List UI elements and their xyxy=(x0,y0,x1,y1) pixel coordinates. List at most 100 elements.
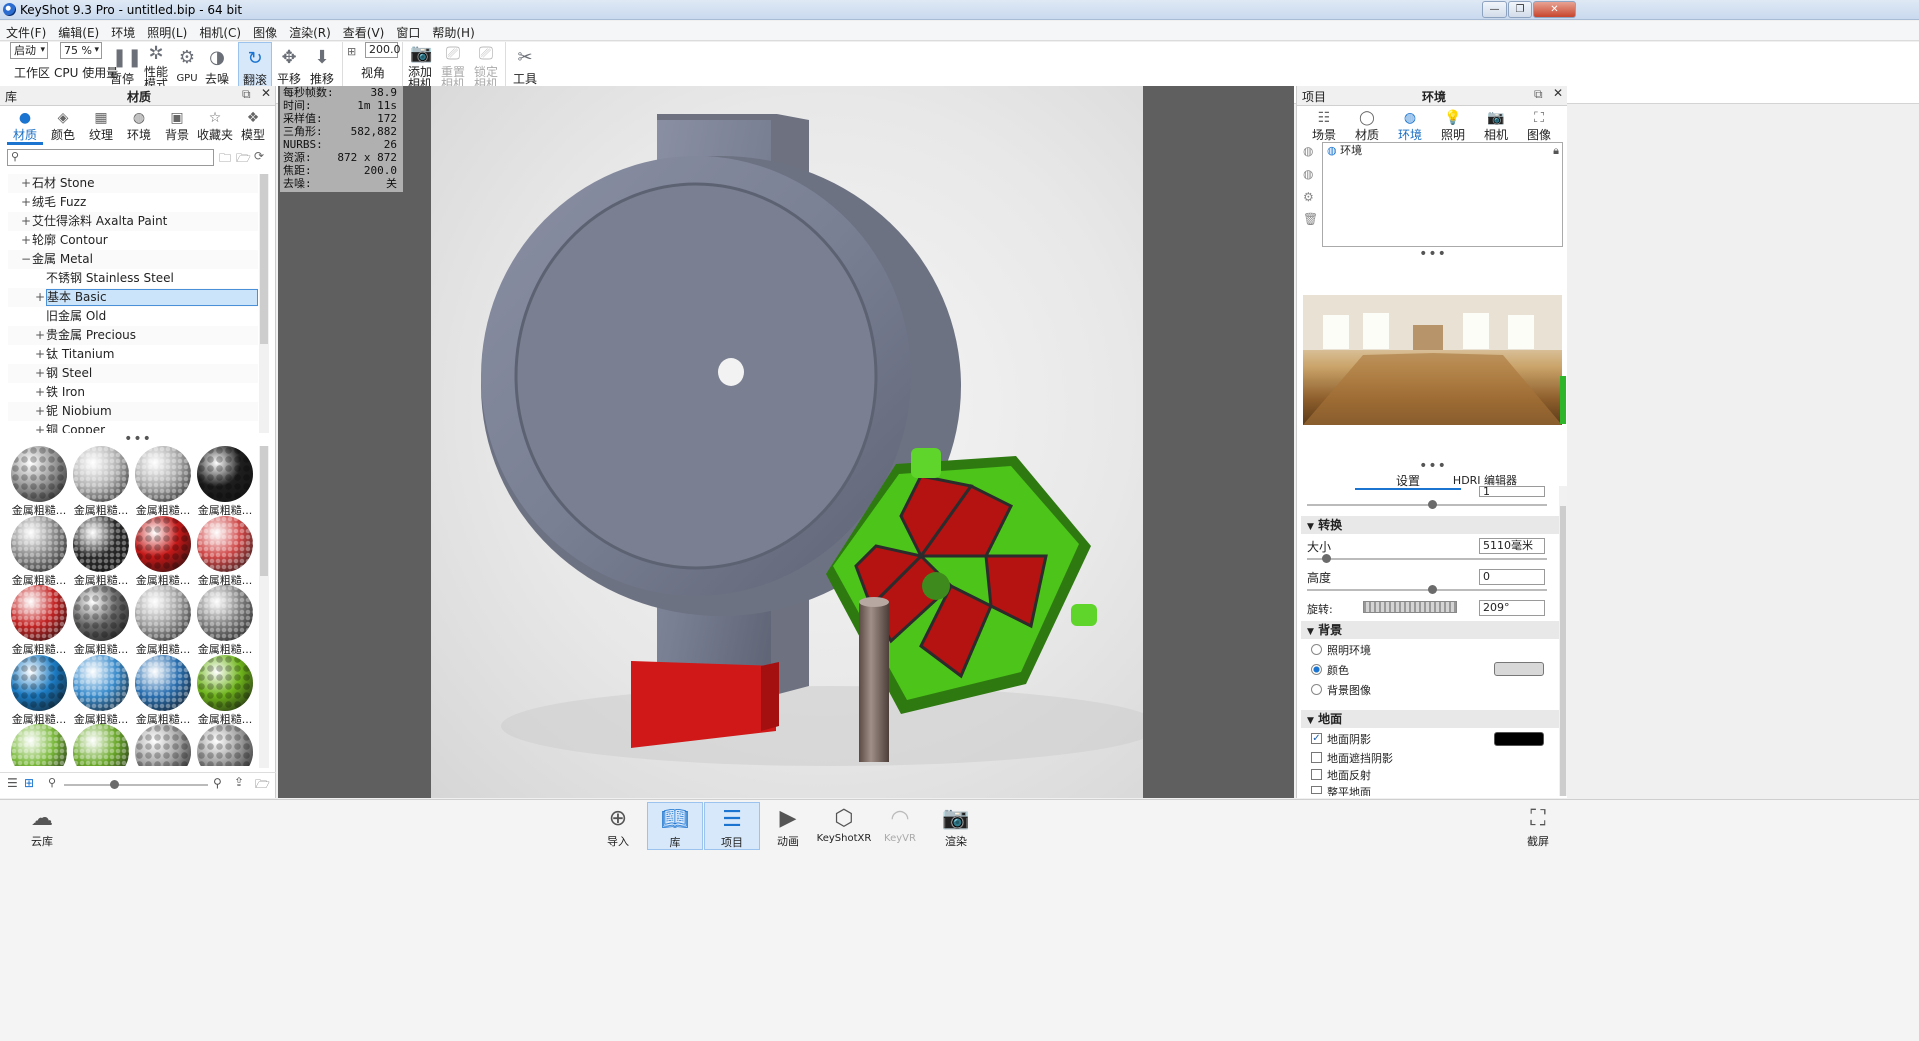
tab-image[interactable]: ⛶ 图像 xyxy=(1517,108,1561,142)
upload-icon[interactable]: ⇪ xyxy=(234,775,244,789)
flatten-ground-checkbox[interactable] xyxy=(1311,786,1322,794)
tree-item[interactable]: +钛 Titanium xyxy=(8,345,258,364)
menu-view[interactable]: 查看(V) xyxy=(337,21,391,44)
menu-help[interactable]: 帮助(H) xyxy=(426,21,480,44)
tree-item[interactable]: +绒毛 Fuzz xyxy=(8,193,258,212)
screenshot-button[interactable]: ⛶ 截屏 xyxy=(1510,802,1566,850)
material-thumbnail[interactable] xyxy=(8,724,70,766)
keyvr-button[interactable]: ◠ KeyVR xyxy=(872,802,928,850)
properties-scrollbar[interactable] xyxy=(1559,486,1567,796)
folder-icon[interactable]: 🗀 xyxy=(219,149,231,170)
float-panel-icon[interactable]: ⧉ xyxy=(1534,87,1543,102)
refresh-icon[interactable]: ⟳ xyxy=(254,149,264,163)
delete-icon[interactable]: 🗑 xyxy=(1303,212,1318,226)
expand-toggle-icon[interactable]: + xyxy=(34,364,46,383)
expand-toggle-icon[interactable]: + xyxy=(34,402,46,421)
tab-lighting[interactable]: 💡 照明 xyxy=(1431,108,1475,142)
tree-item[interactable]: +轮廓 Contour xyxy=(8,231,258,250)
expand-toggle-icon[interactable]: + xyxy=(34,345,46,364)
zoom-out-icon[interactable]: ⚲ xyxy=(48,776,56,789)
background-color-radio[interactable] xyxy=(1311,664,1322,675)
tab-camera[interactable]: 📷 相机 xyxy=(1474,108,1518,142)
environment-list-item[interactable]: ◍ 环境 🔒︎ xyxy=(1323,143,1562,159)
thumbnail-size-slider[interactable] xyxy=(64,780,208,789)
realtime-render[interactable] xyxy=(431,86,1161,798)
height-input[interactable]: 0 xyxy=(1479,569,1545,585)
tree-item[interactable]: 旧金属 Old xyxy=(8,307,258,326)
material-thumbnail[interactable]: 金属粗糙... xyxy=(194,585,256,656)
material-thumbnail[interactable]: 金属粗糙... xyxy=(70,515,132,587)
background-image-radio[interactable] xyxy=(1311,684,1322,695)
splitter-handle[interactable]: ••• xyxy=(1415,246,1451,262)
background-color-swatch[interactable] xyxy=(1494,662,1544,676)
expand-toggle-icon[interactable]: + xyxy=(20,193,32,212)
height-slider[interactable] xyxy=(1307,585,1547,594)
material-thumbnail[interactable] xyxy=(194,724,256,766)
material-thumbnail[interactable]: 金属粗糙... xyxy=(8,446,70,517)
expand-toggle-icon[interactable]: + xyxy=(34,288,46,307)
contrast-slider[interactable] xyxy=(1307,500,1547,509)
list-view-icon[interactable]: ☰ xyxy=(7,776,18,790)
material-thumbnail[interactable] xyxy=(70,724,132,766)
expand-toggle-icon[interactable]: + xyxy=(34,326,46,345)
rotation-dial[interactable] xyxy=(1363,601,1457,613)
render-button[interactable]: 📷 渲染 xyxy=(928,802,984,850)
animation-button[interactable]: ▶ 动画 xyxy=(760,802,816,850)
expand-toggle-icon[interactable]: + xyxy=(34,383,46,402)
ground-section-header[interactable]: ▼ 地面 xyxy=(1301,710,1561,728)
material-thumbnail[interactable]: 金属粗糙... xyxy=(8,585,70,656)
tree-scrollbar[interactable] xyxy=(259,174,269,433)
tab-scene[interactable]: ☷ 场景 xyxy=(1302,108,1346,142)
material-thumbnail[interactable]: 金属粗糙... xyxy=(70,446,132,517)
minimize-button[interactable]: — xyxy=(1482,1,1507,18)
tab-models[interactable]: ❖ 模型 xyxy=(231,108,275,142)
material-thumbnail[interactable]: 金属粗糙... xyxy=(132,515,194,587)
ground-occlusion-checkbox[interactable] xyxy=(1311,752,1322,763)
maximize-button[interactable]: ❐ xyxy=(1508,1,1532,18)
size-slider[interactable] xyxy=(1307,554,1547,563)
environment-settings-icon[interactable]: ⚙ xyxy=(1303,190,1314,204)
cloud-library-button[interactable]: ☁ 云库 xyxy=(14,802,70,850)
material-thumbnail[interactable] xyxy=(132,724,194,766)
duplicate-environment-icon[interactable]: ◍ xyxy=(1303,167,1313,181)
ground-shadow-checkbox[interactable]: ✓ xyxy=(1311,733,1322,744)
tree-item[interactable]: 不锈钢 Stainless Steel xyxy=(8,269,258,288)
menu-environment[interactable]: 环境 xyxy=(105,21,141,44)
close-panel-icon[interactable]: ✕ xyxy=(261,86,271,100)
tree-item[interactable]: +石材 Stone xyxy=(8,174,258,193)
expand-toggle-icon[interactable]: + xyxy=(20,212,32,231)
contrast-input[interactable]: 1 xyxy=(1479,486,1545,497)
ground-shadow-color-swatch[interactable] xyxy=(1494,732,1544,746)
transform-section-header[interactable]: ▼ 转换 xyxy=(1301,516,1561,534)
tree-item[interactable]: +贵金属 Precious xyxy=(8,326,258,345)
material-thumbnail[interactable]: 金属粗糙... xyxy=(70,585,132,656)
material-thumbnail[interactable]: 金属粗糙... xyxy=(70,654,132,726)
fov-input[interactable]: 200.0 xyxy=(365,42,401,58)
import-button[interactable]: ⊕ 导入 xyxy=(590,802,646,850)
menu-lighting[interactable]: 照明(L) xyxy=(141,21,193,44)
background-lighting-radio[interactable] xyxy=(1311,644,1322,655)
material-thumbnail[interactable]: 金属粗糙... xyxy=(132,585,194,656)
tree-item[interactable]: + 基本 Basic xyxy=(8,288,258,307)
expand-toggle-icon[interactable]: + xyxy=(34,421,46,433)
tree-item[interactable]: +铁 Iron xyxy=(8,383,258,402)
splitter-handle[interactable]: ••• xyxy=(120,431,156,447)
project-button[interactable]: ☰ 项目 xyxy=(704,802,760,850)
grid-view-icon[interactable]: ⊞ xyxy=(24,776,34,790)
open-folder-icon[interactable]: 🗁 xyxy=(255,775,270,796)
thumbs-scrollbar[interactable] xyxy=(259,446,269,768)
tree-item[interactable]: +艾仕得涂料 Axalta Paint xyxy=(8,212,258,231)
menu-edit[interactable]: 编辑(E) xyxy=(52,21,105,44)
material-thumbnail[interactable]: 金属粗糙... xyxy=(194,446,256,517)
ground-reflection-checkbox[interactable] xyxy=(1311,769,1322,780)
tree-item[interactable]: +钢 Steel xyxy=(8,364,258,383)
rotation-input[interactable]: 209° xyxy=(1479,600,1545,616)
menu-render[interactable]: 渲染(R) xyxy=(283,21,337,44)
close-panel-icon[interactable]: ✕ xyxy=(1553,86,1563,100)
material-thumbnail[interactable]: 金属粗糙... xyxy=(132,654,194,726)
material-thumbnail[interactable]: 金属粗糙... xyxy=(194,654,256,726)
expand-toggle-icon[interactable]: − xyxy=(20,250,32,269)
tab-environment[interactable]: ◍ 环境 xyxy=(1388,108,1432,145)
menu-file[interactable]: 文件(F) xyxy=(0,21,52,44)
keyshotxr-button[interactable]: ⬡ KeyShotXR xyxy=(816,802,872,850)
